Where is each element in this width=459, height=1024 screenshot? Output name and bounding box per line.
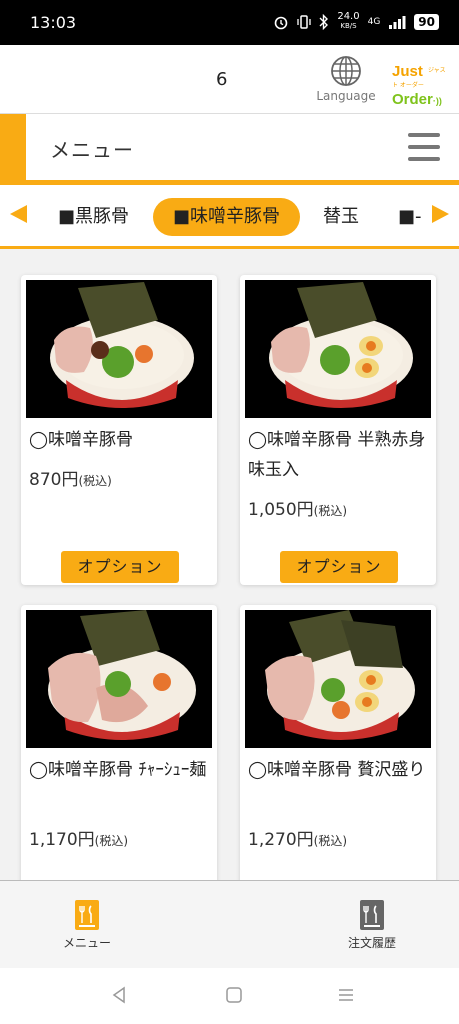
- recents-icon[interactable]: [337, 986, 355, 1004]
- price-value: 1,270円: [248, 830, 314, 850]
- nav-menu[interactable]: メニュー: [42, 899, 132, 951]
- network-speed: 24.0 KB/S: [337, 12, 359, 31]
- just-order-logo: Just ジャスト オーダー Order·)): [392, 64, 448, 108]
- product-price: 1,270円(税込): [248, 825, 347, 850]
- order-history-icon: [360, 900, 384, 930]
- product-name: ◯味噌辛豚骨 贅沢盛り: [248, 760, 426, 780]
- category-tabs: ■黒豚骨 ■味噌辛豚骨 替玉 ■-: [0, 185, 459, 249]
- signal-icon: [389, 15, 406, 29]
- home-icon[interactable]: [225, 986, 243, 1004]
- globe-icon: [331, 56, 361, 86]
- category-tab-active[interactable]: ■味噌辛豚骨: [153, 198, 301, 236]
- menu-title: メニュー: [50, 138, 134, 162]
- product-name: ◯味噌辛豚骨 ﾁｬｰｼｭｰ麺: [29, 760, 207, 780]
- logo-line1: Just: [392, 63, 423, 80]
- bottom-navigation: メニュー 注文履歴: [0, 880, 459, 968]
- product-card[interactable]: ◯味噌辛豚骨 870円(税込) オプション: [21, 275, 217, 585]
- speed-unit: KB/S: [340, 22, 357, 30]
- product-price: 870円(税込): [29, 465, 112, 490]
- status-icons: 24.0 KB/S 4G 90: [273, 12, 439, 31]
- app-header: 6 Language Just ジャスト オーダー Order·)): [0, 45, 459, 114]
- tax-label: (税込): [313, 504, 348, 518]
- category-tab[interactable]: ■黒豚骨: [58, 198, 129, 236]
- tax-label: (税込): [313, 834, 348, 848]
- ramen-photo: [26, 610, 212, 748]
- alarm-icon: [275, 16, 288, 29]
- signal-waves-icon: ·)): [432, 96, 442, 106]
- menu-header: メニュー: [0, 114, 459, 180]
- speed-value: 24.0: [337, 11, 360, 22]
- ramen-photo: [245, 280, 431, 418]
- nav-menu-label: メニュー: [62, 936, 111, 950]
- product-price: 1,170円(税込): [29, 825, 128, 850]
- option-button[interactable]: オプション: [61, 551, 179, 583]
- network-type: 4G: [367, 16, 381, 27]
- hamburger-menu-icon[interactable]: [408, 133, 440, 161]
- language-button[interactable]: Language: [315, 55, 377, 103]
- ramen-photo: [245, 610, 431, 748]
- battery-level: 90: [414, 13, 439, 30]
- table-number: 6: [216, 69, 228, 90]
- nav-history-label: 注文履歴: [347, 936, 396, 950]
- price-value: 1,050円: [248, 500, 314, 520]
- product-name: ◯味噌辛豚骨: [29, 430, 134, 450]
- menu-book-icon: [75, 900, 99, 930]
- price-value: 1,170円: [29, 830, 95, 850]
- accent-bar: [0, 114, 26, 180]
- product-name: ◯味噌辛豚骨 半熟赤身味玉入: [248, 430, 426, 480]
- back-icon[interactable]: [110, 986, 128, 1004]
- product-card[interactable]: ◯味噌辛豚骨 贅沢盛り 1,270円(税込): [240, 605, 436, 895]
- option-button[interactable]: オプション: [280, 551, 398, 583]
- product-card[interactable]: ◯味噌辛豚骨 半熟赤身味玉入 1,050円(税込) オプション: [240, 275, 436, 585]
- tax-label: (税込): [78, 474, 112, 488]
- vibrate-icon: [297, 14, 311, 29]
- price-value: 870円: [29, 470, 79, 490]
- status-bar: 13:03 24.0 KB/S 4G 90: [0, 0, 459, 45]
- product-card[interactable]: ◯味噌辛豚骨 ﾁｬｰｼｭｰ麺 1,170円(税込): [21, 605, 217, 895]
- tax-label: (税込): [94, 834, 129, 848]
- category-tab[interactable]: 替玉: [323, 198, 359, 236]
- nav-order-history[interactable]: 注文履歴: [327, 899, 417, 951]
- logo-line2: Order: [392, 91, 433, 108]
- scroll-right-arrow-icon[interactable]: [432, 205, 449, 223]
- category-tab[interactable]: ■-: [398, 198, 422, 236]
- language-label: Language: [316, 89, 376, 103]
- status-time: 13:03: [30, 13, 77, 32]
- ramen-photo: [26, 280, 212, 418]
- scroll-left-arrow-icon[interactable]: [10, 205, 27, 223]
- product-price: 1,050円(税込): [248, 495, 347, 520]
- system-navigation-bar: [0, 968, 459, 1024]
- bluetooth-icon: [319, 13, 329, 30]
